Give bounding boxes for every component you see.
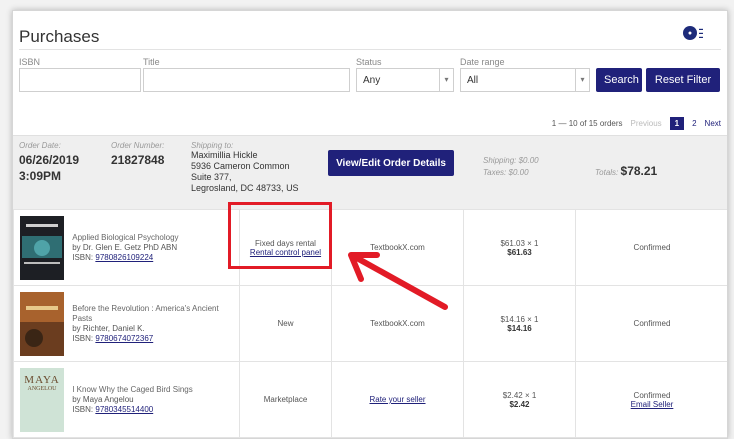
item-cell: Before the Revolution : America's Ancien…: [13, 285, 240, 362]
item-price: $14.16: [507, 323, 532, 333]
shipping-address: Maximillia Hickle 5936 Cameron Common Su…: [191, 150, 311, 194]
ship-line-3: Legrosland, DC 48733, US: [191, 183, 299, 193]
item-isbn-line: ISBN: 9780345514400: [72, 405, 236, 415]
item-price: $2.42: [509, 399, 530, 409]
item-isbn-line: ISBN: 9780826109224: [72, 253, 236, 263]
item-author: by Maya Angelou: [72, 394, 134, 404]
logo-icon: ●: [683, 26, 697, 40]
date-range-select-value: All: [467, 75, 479, 86]
totals-label: Totals:: [595, 168, 619, 177]
page-1-button[interactable]: 1: [669, 117, 685, 130]
previous-page-link[interactable]: Previous: [631, 119, 662, 128]
item-price-each: $14.16 × 1: [500, 314, 539, 324]
item-title: Before the Revolution : America's Ancien…: [72, 303, 219, 323]
order-date-label: Order Date:: [19, 141, 61, 150]
date-range-label: Date range: [460, 57, 505, 67]
date-range-select[interactable]: All ▾: [460, 68, 590, 92]
isbn-input[interactable]: [19, 68, 141, 92]
ship-line-2: Suite 377,: [191, 172, 232, 182]
ship-name: Maximillia Hickle: [191, 150, 258, 160]
pagination: 1 — 10 of 15 orders Previous 1 2 Next: [552, 117, 721, 130]
item-condition: Marketplace: [239, 361, 332, 438]
price-cell: $2.42 × 1 $2.42: [463, 361, 576, 438]
order-items-table: Applied Biological Psychology by Dr. Gle…: [13, 209, 727, 438]
item-info: Applied Biological Psychology by Dr. Gle…: [72, 233, 236, 263]
page-2-button[interactable]: 2: [692, 119, 696, 128]
item-title: Applied Biological Psychology: [72, 232, 179, 242]
price-cell: $61.03 × 1 $61.63: [463, 209, 576, 286]
chevron-down-icon: ▾: [439, 69, 453, 91]
view-edit-order-button[interactable]: View/Edit Order Details: [328, 150, 454, 176]
status-select[interactable]: Any ▾: [356, 68, 454, 92]
site-logo[interactable]: ● ▬ ▬ ▬: [683, 25, 711, 41]
cover-author-last: ANGELOU: [27, 385, 57, 392]
book-cover-image[interactable]: [20, 215, 64, 280]
book-cover-image[interactable]: MAYA ANGELOU: [20, 367, 64, 432]
price-cell: $14.16 × 1 $14.16: [463, 285, 576, 362]
item-price-each: $2.42 × 1: [502, 390, 537, 400]
shipping-cost: Shipping: $0.00: [483, 156, 539, 165]
search-button[interactable]: Search: [596, 68, 642, 92]
logo-text-icon: ▬ ▬ ▬: [699, 26, 703, 39]
item-condition: New: [239, 285, 332, 362]
status-cell: Confirmed Email Seller: [575, 361, 727, 438]
cover-author-first: MAYA: [24, 373, 60, 386]
item-info: I Know Why the Caged Bird Sings by Maya …: [72, 385, 236, 415]
taxes-cost: Taxes: $0.00: [483, 168, 529, 177]
pagination-summary: 1 — 10 of 15 orders: [551, 119, 623, 128]
status-label: Status: [356, 57, 382, 67]
rate-your-seller-link[interactable]: Rate your seller: [369, 395, 425, 404]
item-isbn-line: ISBN: 9780674072367: [72, 334, 236, 344]
red-arrow-icon: [348, 252, 448, 310]
item-title: I Know Why the Caged Bird Sings: [72, 384, 193, 394]
item-author: by Richter, Daniel K.: [72, 323, 145, 333]
status-select-value: Any: [363, 75, 381, 86]
item-info: Before the Revolution : America's Ancien…: [72, 304, 236, 344]
item-price-each: $61.03 × 1: [500, 238, 539, 248]
item-status: Confirmed: [575, 285, 727, 362]
item-isbn-link[interactable]: 9780826109224: [95, 253, 153, 262]
order-number-label: Order Number:: [111, 141, 165, 150]
item-isbn-link[interactable]: 9780674072367: [95, 334, 153, 343]
order-totals: Totals: $78.21: [595, 164, 657, 178]
next-page-link[interactable]: Next: [705, 119, 721, 128]
table-row: MAYA ANGELOU I Know Why the Caged Bird S…: [13, 361, 727, 438]
order-date: 06/26/2019: [19, 153, 80, 167]
title-input[interactable]: [143, 68, 350, 92]
item-isbn-link[interactable]: 9780345514400: [95, 405, 153, 414]
chevron-down-icon: ▾: [575, 69, 589, 91]
item-isbn-label: ISBN:: [72, 333, 94, 343]
item-author: by Dr. Glen E. Getz PhD ABN: [72, 242, 178, 252]
item-status: Confirmed: [575, 209, 727, 286]
reset-filter-button[interactable]: Reset Filter: [646, 68, 720, 92]
totals-value: $78.21: [620, 164, 658, 178]
book-cover-image[interactable]: [20, 291, 64, 356]
ship-line-1: 5936 Cameron Common: [191, 161, 290, 171]
item-isbn-label: ISBN:: [72, 404, 94, 414]
order-header: Order Date: 06/26/2019 3:09PM Order Numb…: [13, 135, 727, 209]
item-cell: Applied Biological Psychology by Dr. Gle…: [13, 209, 240, 286]
order-time: 3:09PM: [19, 169, 62, 183]
item-cell: MAYA ANGELOU I Know Why the Caged Bird S…: [13, 361, 240, 438]
shipping-to-label: Shipping to:: [191, 141, 234, 150]
title-divider: [19, 49, 721, 50]
seller-cell: Rate your seller: [331, 361, 464, 438]
item-status: Confirmed: [633, 390, 671, 400]
item-price: $61.63: [507, 247, 532, 257]
email-seller-link[interactable]: Email Seller: [631, 400, 674, 409]
page-title: Purchases: [19, 27, 100, 46]
purchases-window: Purchases ● ▬ ▬ ▬ ISBN Title Status Any ▾ …: [12, 10, 728, 439]
order-number: 21827848: [111, 153, 165, 167]
highlight-box: [228, 202, 332, 269]
item-isbn-label: ISBN:: [72, 252, 94, 262]
title-label: Title: [143, 57, 160, 67]
isbn-label: ISBN: [19, 57, 41, 67]
